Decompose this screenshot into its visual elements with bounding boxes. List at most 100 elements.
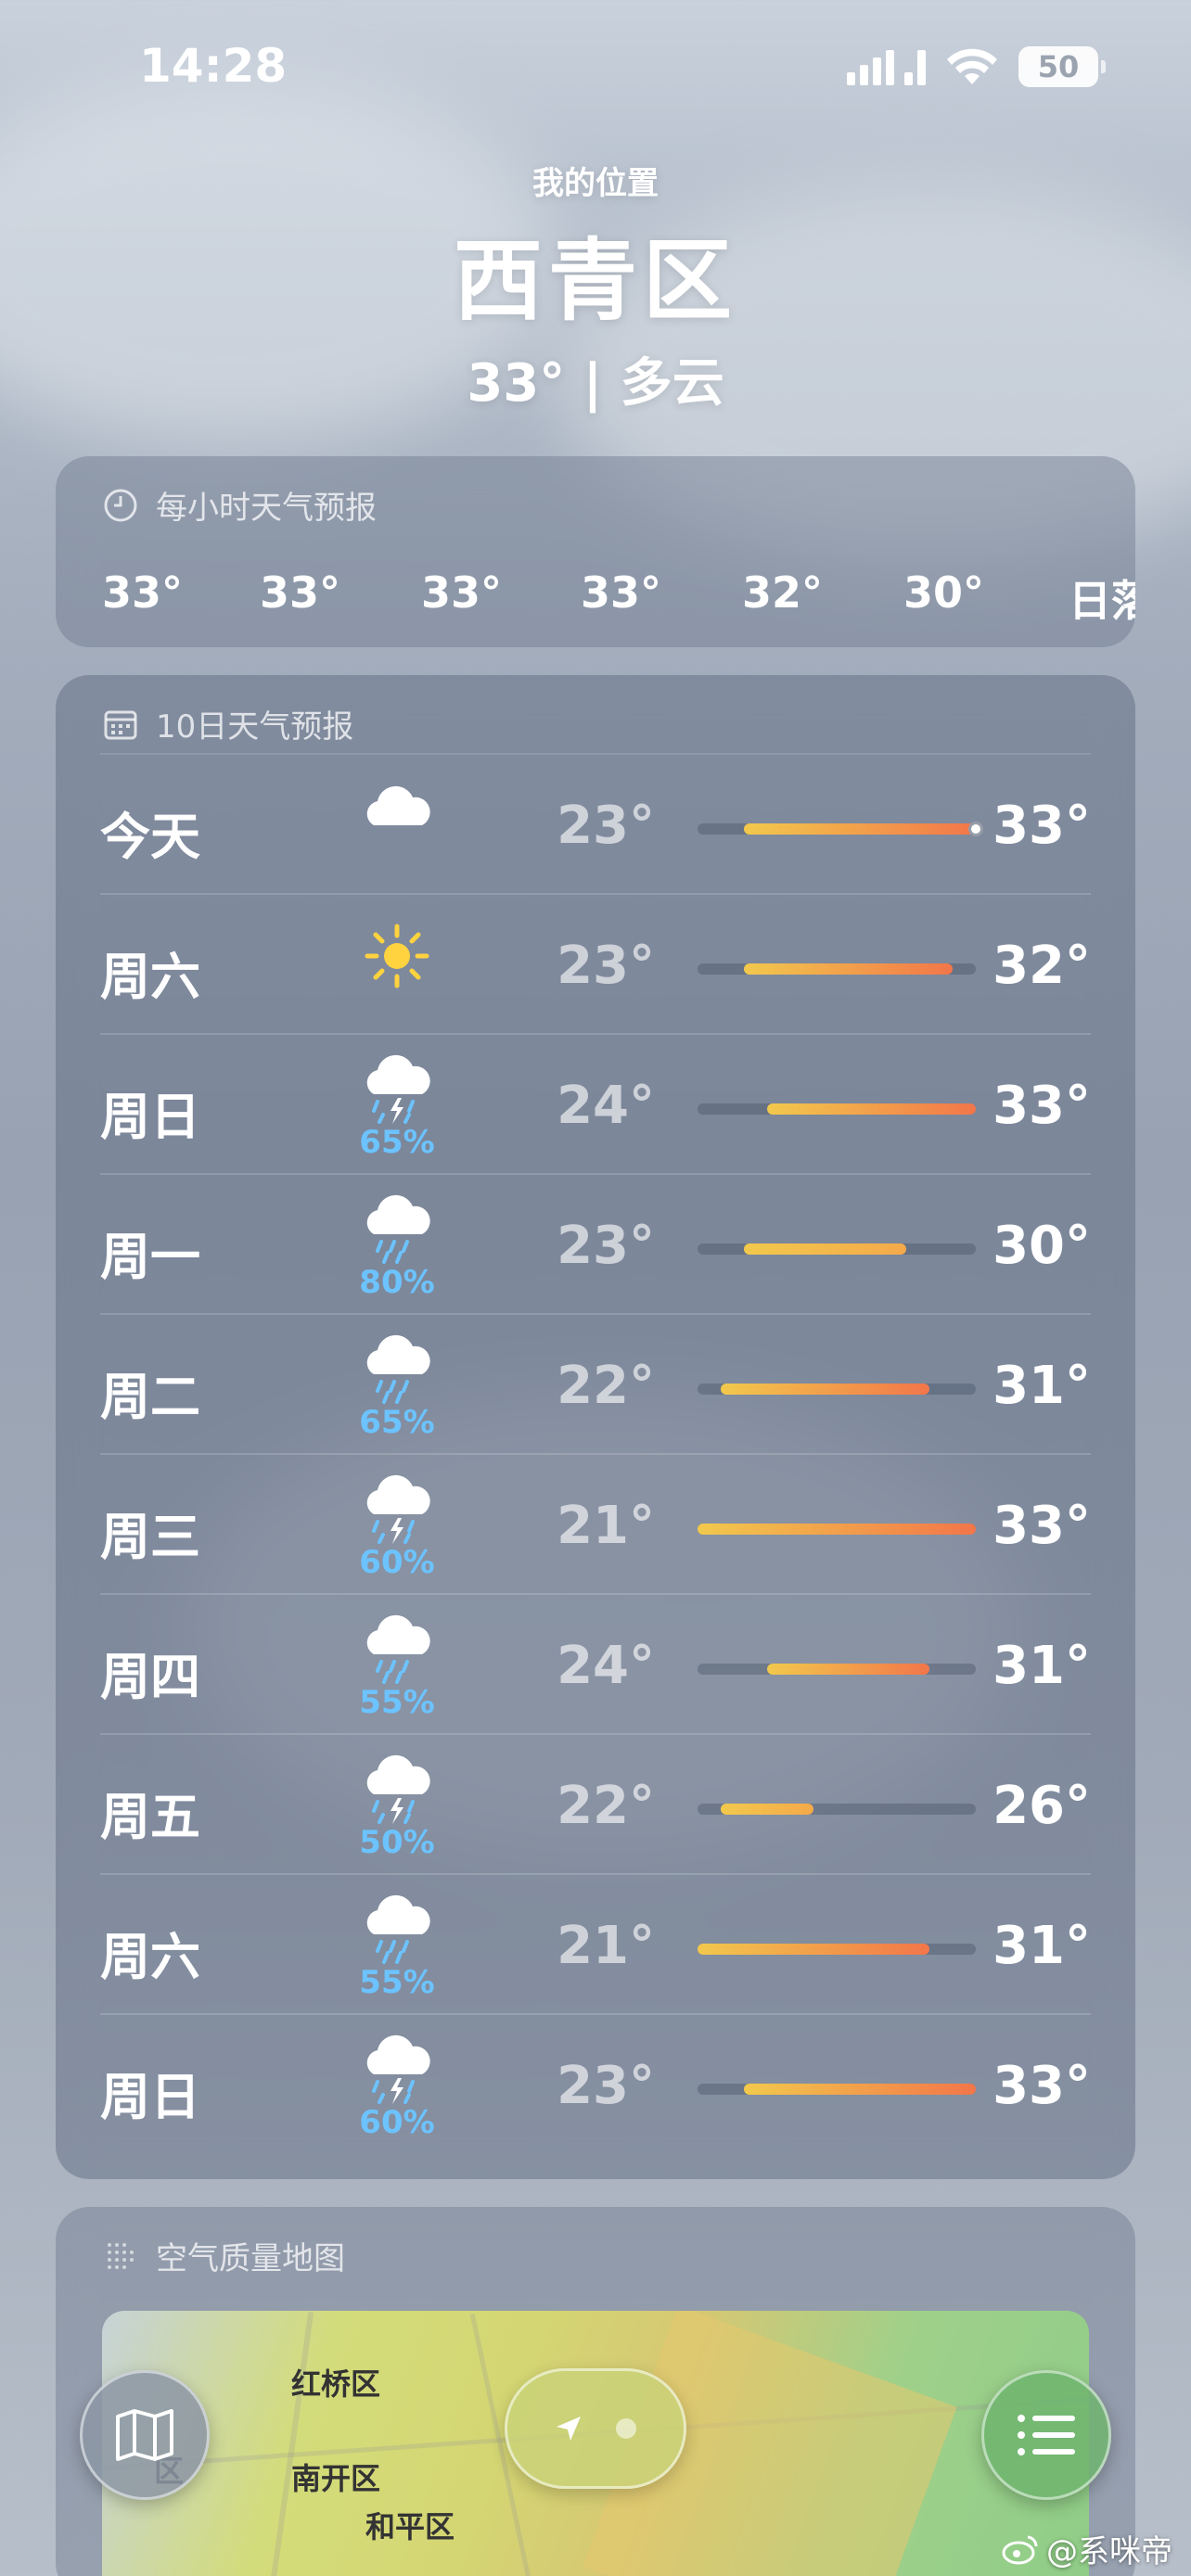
list-button[interactable] (981, 2370, 1111, 2500)
hour-temp: 33° (421, 567, 503, 618)
day-row[interactable]: 周五 50% 22° 26° (100, 1733, 1091, 1873)
low-temp: 22° (557, 1356, 655, 1416)
map-label: 红桥区 (291, 2366, 381, 2402)
day-row[interactable]: 周日 60% 23° 33° (100, 2013, 1091, 2153)
battery-level: 50 (1037, 49, 1080, 84)
hour-temp: 30° (903, 567, 985, 618)
hour-temp: 33° (102, 567, 184, 618)
high-temp: 31° (992, 1636, 1091, 1696)
low-temp: 21° (557, 1916, 655, 1976)
hour-temp: 33° (260, 567, 341, 618)
watermark-text: @系咪帝 (1046, 2533, 1172, 2570)
wifi-icon (947, 48, 997, 84)
day-name: 周五 (100, 1788, 200, 1846)
low-temp: 21° (557, 1496, 655, 1556)
day-row[interactable]: 今天 23° 33° (100, 753, 1091, 893)
day-row[interactable]: 周二 65% 22° 31° (100, 1313, 1091, 1453)
precip-chance: 80% (359, 1264, 435, 1301)
day-name: 周一 (100, 1228, 200, 1286)
page-dot[interactable] (616, 2418, 636, 2439)
temp-range-bar (698, 963, 976, 975)
status-bar: 14:28 50 (0, 0, 1191, 139)
precip-chance: 55% (359, 1964, 435, 2001)
rain-icon (351, 1332, 443, 1406)
precip-chance: 60% (359, 2104, 435, 2141)
day-row[interactable]: 周日 65% 24° 33° (100, 1033, 1091, 1173)
day-row[interactable]: 周六 55% 21° 31° (100, 1873, 1091, 2013)
hour-temp: 33° (581, 567, 662, 618)
day-name: 周日 (100, 2068, 200, 2126)
temp-range-bar (698, 1384, 976, 1395)
temp-range-fill (767, 1103, 976, 1115)
low-temp: 22° (557, 1776, 655, 1836)
day-row[interactable]: 周六 23° 32° (100, 893, 1091, 1033)
day-row[interactable]: 周一 80% 23° 30° (100, 1173, 1091, 1313)
location-pager[interactable] (505, 2368, 686, 2489)
thunderstorm-icon (351, 1052, 443, 1126)
map-icon (116, 2409, 173, 2461)
location-label: 我的位置 (532, 165, 659, 202)
temp-range-fill (744, 823, 976, 835)
day-row[interactable]: 周三 60% 21° 33° (100, 1453, 1091, 1593)
status-time: 14:28 (139, 39, 288, 93)
watermark: @系咪帝 (1002, 2526, 1172, 2571)
location-header: 我的位置 西青区 33° | 多云 (0, 158, 1191, 416)
high-temp: 33° (992, 1076, 1091, 1136)
low-temp: 24° (557, 1636, 655, 1696)
temp-range-bar (698, 1664, 976, 1675)
temp-range-bar (698, 1804, 976, 1815)
day-name: 周六 (100, 1928, 200, 1986)
air-title: 空气质量地图 (102, 2233, 345, 2278)
temp-range-fill (721, 1384, 929, 1395)
cellular-signal-icon (847, 48, 926, 85)
high-temp: 31° (992, 1356, 1091, 1416)
daily-title: 10日天气预报 (102, 701, 353, 746)
map-label: 和平区 (365, 2509, 455, 2544)
ten-day-forecast-card[interactable]: 10日天气预报 今天 23° 33° 周六 23° 32° 周日 65% 24° 33° 周一 80%… (56, 675, 1135, 2179)
high-temp: 31° (992, 1916, 1091, 1976)
temp-range-fill (721, 1804, 813, 1815)
low-temp: 23° (557, 796, 655, 856)
temp-range-bar (698, 1243, 976, 1255)
temp-range-bar (698, 822, 983, 836)
temp-range-bar (698, 1103, 976, 1115)
precip-chance: 50% (359, 1824, 435, 1861)
location-arrow-icon (557, 2417, 581, 2441)
low-temp: 23° (557, 1216, 655, 1276)
sun-icon (351, 919, 443, 993)
high-temp: 33° (992, 2056, 1091, 2116)
day-name: 周日 (100, 1088, 200, 1146)
hour-temp: 32° (742, 567, 824, 618)
day-row[interactable]: 周四 55% 24° 31° (100, 1593, 1091, 1733)
map-button[interactable] (80, 2370, 210, 2500)
thunderstorm-icon (351, 1472, 443, 1546)
low-temp: 23° (557, 2056, 655, 2116)
battery-icon: 50 (1018, 46, 1106, 87)
current-summary: 33° | 多云 (467, 353, 724, 414)
hourly-forecast-card[interactable]: 每小时天气预报 33° 33° 33° 33° 32° 30° 日落 (56, 456, 1135, 647)
status-icons: 50 (847, 46, 1106, 87)
precip-chance: 65% (359, 1404, 435, 1441)
day-name: 周六 (100, 948, 200, 1006)
calendar-icon (104, 710, 137, 739)
high-temp: 26° (992, 1776, 1091, 1836)
temp-range-bar (698, 1944, 976, 1955)
high-temp: 30° (992, 1216, 1091, 1276)
precip-chance: 55% (359, 1684, 435, 1721)
hourly-list[interactable]: 33° 33° 33° 33° 32° 30° 日落 (56, 456, 1135, 647)
temp-range-fill (698, 1944, 929, 1955)
high-temp: 33° (992, 1496, 1091, 1556)
day-name: 周三 (100, 1508, 200, 1566)
city-name: 西青区 (454, 229, 737, 333)
rain-icon (351, 1192, 443, 1266)
daily-title-text: 10日天气预报 (156, 708, 354, 746)
precip-chance: 60% (359, 1544, 435, 1581)
rain-icon (351, 1892, 443, 1966)
temp-range-fill (744, 2084, 976, 2095)
temp-range-bar (698, 1524, 976, 1535)
air-dots-icon (108, 2242, 134, 2269)
air-title-text: 空气质量地图 (156, 2240, 345, 2277)
hour-sunset: 日落 (1069, 576, 1135, 626)
high-temp: 33° (992, 796, 1091, 856)
day-name: 今天 (100, 808, 200, 866)
